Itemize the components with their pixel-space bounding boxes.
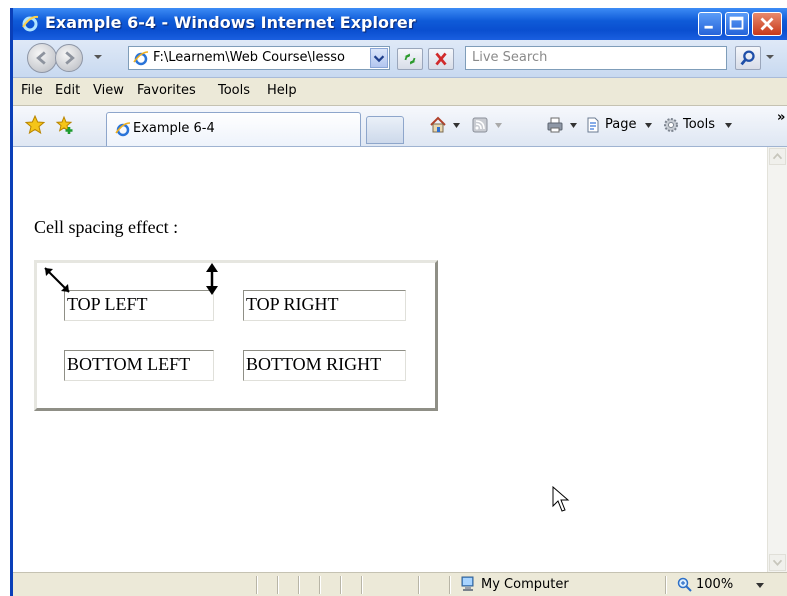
chevron-more-icon[interactable]: » (777, 110, 785, 125)
refresh-icon (404, 53, 416, 65)
print-dropdown-icon[interactable] (570, 123, 577, 128)
menu-tools[interactable]: Tools (218, 83, 250, 98)
status-divider (340, 576, 341, 594)
command-bar: Example 6-4 Page Tools » (13, 106, 787, 147)
search-button[interactable] (735, 46, 761, 70)
back-arrow-icon (36, 51, 46, 65)
close-button[interactable] (752, 12, 782, 36)
scroll-up-button[interactable] (769, 148, 786, 165)
address-url: F:\Learnem\Web Course\lesso (153, 50, 345, 65)
maximize-icon (729, 16, 744, 30)
my-computer-icon (461, 576, 474, 591)
home-icon[interactable] (429, 116, 447, 134)
tools-dropdown-icon[interactable] (725, 123, 732, 128)
chevron-down-icon (772, 559, 783, 567)
menu-favorites[interactable]: Favorites (137, 83, 196, 98)
recent-pages-dropdown-icon[interactable] (93, 52, 103, 62)
diagonal-arrow-icon (44, 267, 70, 293)
status-divider (256, 576, 257, 594)
tools-menu-label[interactable]: Tools (683, 117, 715, 132)
status-divider (361, 576, 362, 594)
home-dropdown-icon[interactable] (453, 123, 460, 128)
menu-view[interactable]: View (93, 83, 124, 98)
page-dropdown-icon[interactable] (645, 123, 652, 128)
browser-window: Example 6-4 - Windows Internet Explorer … (10, 8, 787, 596)
security-zone-label: My Computer (481, 577, 569, 592)
maximize-button[interactable] (725, 12, 749, 36)
feeds-icon[interactable] (471, 116, 489, 134)
page-ie-icon (115, 122, 131, 137)
feeds-dropdown-icon[interactable] (495, 123, 502, 128)
chevron-up-icon (772, 152, 783, 160)
zoom-dropdown-icon[interactable] (756, 583, 764, 588)
add-to-favorites-icon[interactable] (55, 115, 75, 135)
menu-file[interactable]: File (21, 83, 43, 98)
vertical-scrollbar[interactable] (767, 147, 787, 572)
new-tab-button[interactable] (366, 116, 404, 144)
vertical-arrow-icon (206, 263, 218, 295)
menu-help[interactable]: Help (267, 83, 297, 98)
window-title: Example 6-4 - Windows Internet Explorer (45, 13, 416, 32)
back-button[interactable] (27, 43, 57, 73)
table-cell-bottom-left: BOTTOM LEFT (64, 350, 214, 381)
tools-gear-icon[interactable] (662, 116, 680, 134)
forward-button[interactable] (55, 44, 83, 72)
tab-example-6-4[interactable]: Example 6-4 (106, 112, 361, 146)
stop-icon (435, 52, 447, 66)
status-divider (319, 576, 320, 594)
menu-bar: File Edit View Favorites Tools Help (13, 78, 787, 106)
page-icon[interactable] (584, 116, 602, 134)
search-icon (740, 50, 755, 66)
status-divider (298, 576, 299, 594)
status-divider (277, 576, 278, 594)
zoom-icon[interactable] (677, 577, 693, 593)
tab-title: Example 6-4 (133, 121, 215, 136)
table-cell-bottom-right: BOTTOM RIGHT (243, 350, 406, 381)
mouse-cursor-icon (552, 486, 570, 512)
zoom-level[interactable]: 100% (696, 577, 733, 592)
close-icon (760, 17, 774, 31)
status-divider (418, 576, 419, 594)
search-options-dropdown-icon[interactable] (765, 52, 775, 62)
search-field[interactable]: Live Search (465, 46, 727, 70)
status-divider (449, 576, 450, 594)
refresh-button[interactable] (397, 48, 423, 70)
address-field[interactable]: F:\Learnem\Web Course\lesso (128, 46, 390, 70)
table-cell-top-left: TOP LEFT (64, 290, 214, 321)
table-cell-top-right: TOP RIGHT (243, 290, 406, 321)
status-divider (665, 576, 666, 594)
forward-arrow-icon (65, 51, 75, 65)
page-menu-label[interactable]: Page (605, 117, 636, 132)
minimize-icon (704, 25, 713, 29)
stop-button[interactable] (428, 48, 454, 70)
print-icon[interactable] (546, 116, 564, 134)
address-bar: F:\Learnem\Web Course\lesso Live Search (13, 40, 787, 78)
page-heading: Cell spacing effect : (34, 217, 179, 237)
page-ie-icon (133, 51, 149, 66)
status-bar: My Computer 100% (13, 572, 787, 596)
chevron-down-icon (373, 55, 385, 63)
title-bar[interactable]: Example 6-4 - Windows Internet Explorer (13, 8, 787, 40)
menu-edit[interactable]: Edit (55, 83, 80, 98)
scroll-down-button[interactable] (769, 554, 786, 571)
search-placeholder: Live Search (472, 50, 548, 65)
ie-logo-icon (22, 15, 39, 32)
minimize-button[interactable] (698, 12, 722, 36)
spacing-demo-table: TOP LEFT TOP RIGHT BOTTOM LEFT BOTTOM RI… (34, 260, 438, 411)
address-dropdown-button[interactable] (370, 48, 388, 68)
favorites-center-icon[interactable] (25, 115, 45, 135)
